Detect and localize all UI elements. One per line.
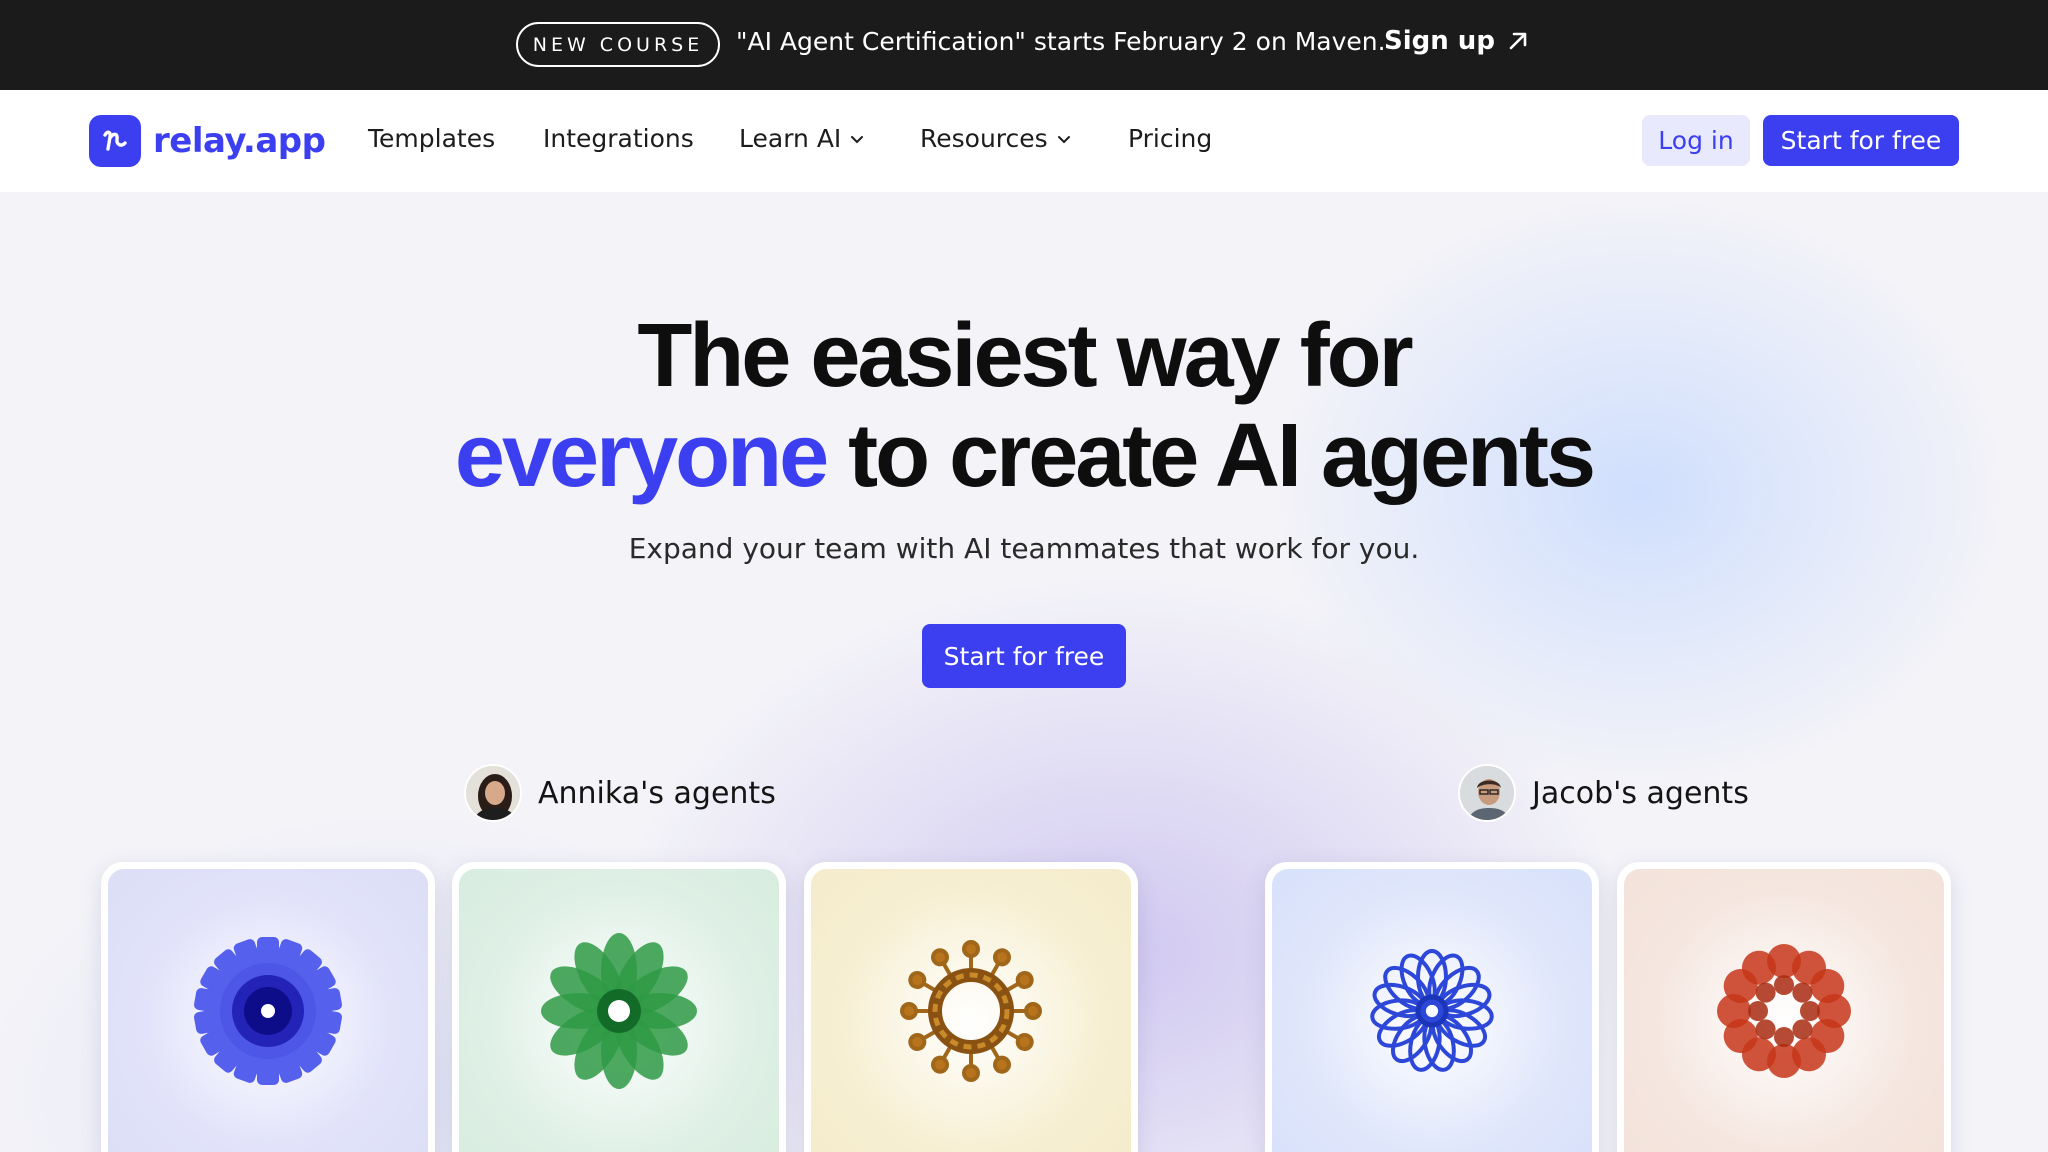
nav-resources[interactable]: Resources [920,124,1072,153]
main-nav: relay.app Templates Integrations Learn A… [0,90,2048,192]
start-free-nav-button[interactable]: Start for free [1763,115,1959,166]
blue-flower-icon [194,937,342,1085]
owner-name: Jacob's agents [1532,775,1749,811]
blue-ring-icon [1370,949,1494,1072]
agent-card-art [811,869,1131,1152]
nav-pricing[interactable]: Pricing [1128,124,1212,153]
chevron-down-icon [851,135,864,143]
hero-headline-line1: The easiest way for [637,306,1413,406]
agent-card-art [1272,869,1592,1152]
agent-card-art [459,869,779,1152]
avatar [1458,764,1516,822]
hero-headline-rest: to create AI agents [826,406,1596,506]
owner-name: Annika's agents [538,775,776,811]
agent-owner-jacob: Jacob's agents [1458,764,1749,822]
signup-label: Sign up [1384,26,1495,56]
nav-pricing-label: Pricing [1128,124,1213,153]
new-course-badge: NEW COURSE [516,22,720,67]
login-button[interactable]: Log in [1642,115,1750,166]
arrow-up-right-icon [1509,32,1527,50]
nav-learn-ai-label: Learn AI [739,124,842,153]
logo-text: relay.app [153,121,326,161]
agent-card-art [108,869,428,1152]
agent-card-art [1624,869,1944,1152]
relay-logo-icon [89,115,141,167]
start-free-hero-button[interactable]: Start for free [922,624,1126,688]
announcement-bar: NEW COURSE "AI Agent Certification" star… [0,0,2048,90]
agent-owner-annika: Annika's agents [464,764,776,822]
nav-integrations[interactable]: Integrations [543,124,694,153]
avatar [464,764,522,822]
chevron-down-icon [1057,135,1070,143]
red-flower-icon [1717,944,1851,1078]
agent-card[interactable] [804,862,1138,1152]
agent-card[interactable] [452,862,786,1152]
agent-card[interactable] [1265,862,1599,1152]
announcement-message: "AI Agent Certification" starts February… [736,27,1386,56]
logo[interactable]: relay.app [89,115,326,167]
agent-card[interactable] [1617,862,1951,1152]
hero-headline-accent: everyone [454,406,829,506]
nav-learn-ai[interactable]: Learn AI [739,124,865,153]
agent-card[interactable] [101,862,435,1152]
nav-templates[interactable]: Templates [368,124,495,153]
green-flower-icon [541,933,697,1089]
hero-subtitle: Expand your team with AI teammates that … [628,532,1420,565]
hero-headline-line2: everyone to create AI agents [0,404,2048,508]
nav-integrations-label: Integrations [543,124,694,153]
gold-ring-icon [900,940,1042,1082]
nav-templates-label: Templates [368,124,496,153]
nav-resources-label: Resources [920,124,1048,153]
hero-section: The easiest way for everyone to create A… [0,192,2048,1152]
signup-link[interactable]: Sign up [1384,26,1529,56]
